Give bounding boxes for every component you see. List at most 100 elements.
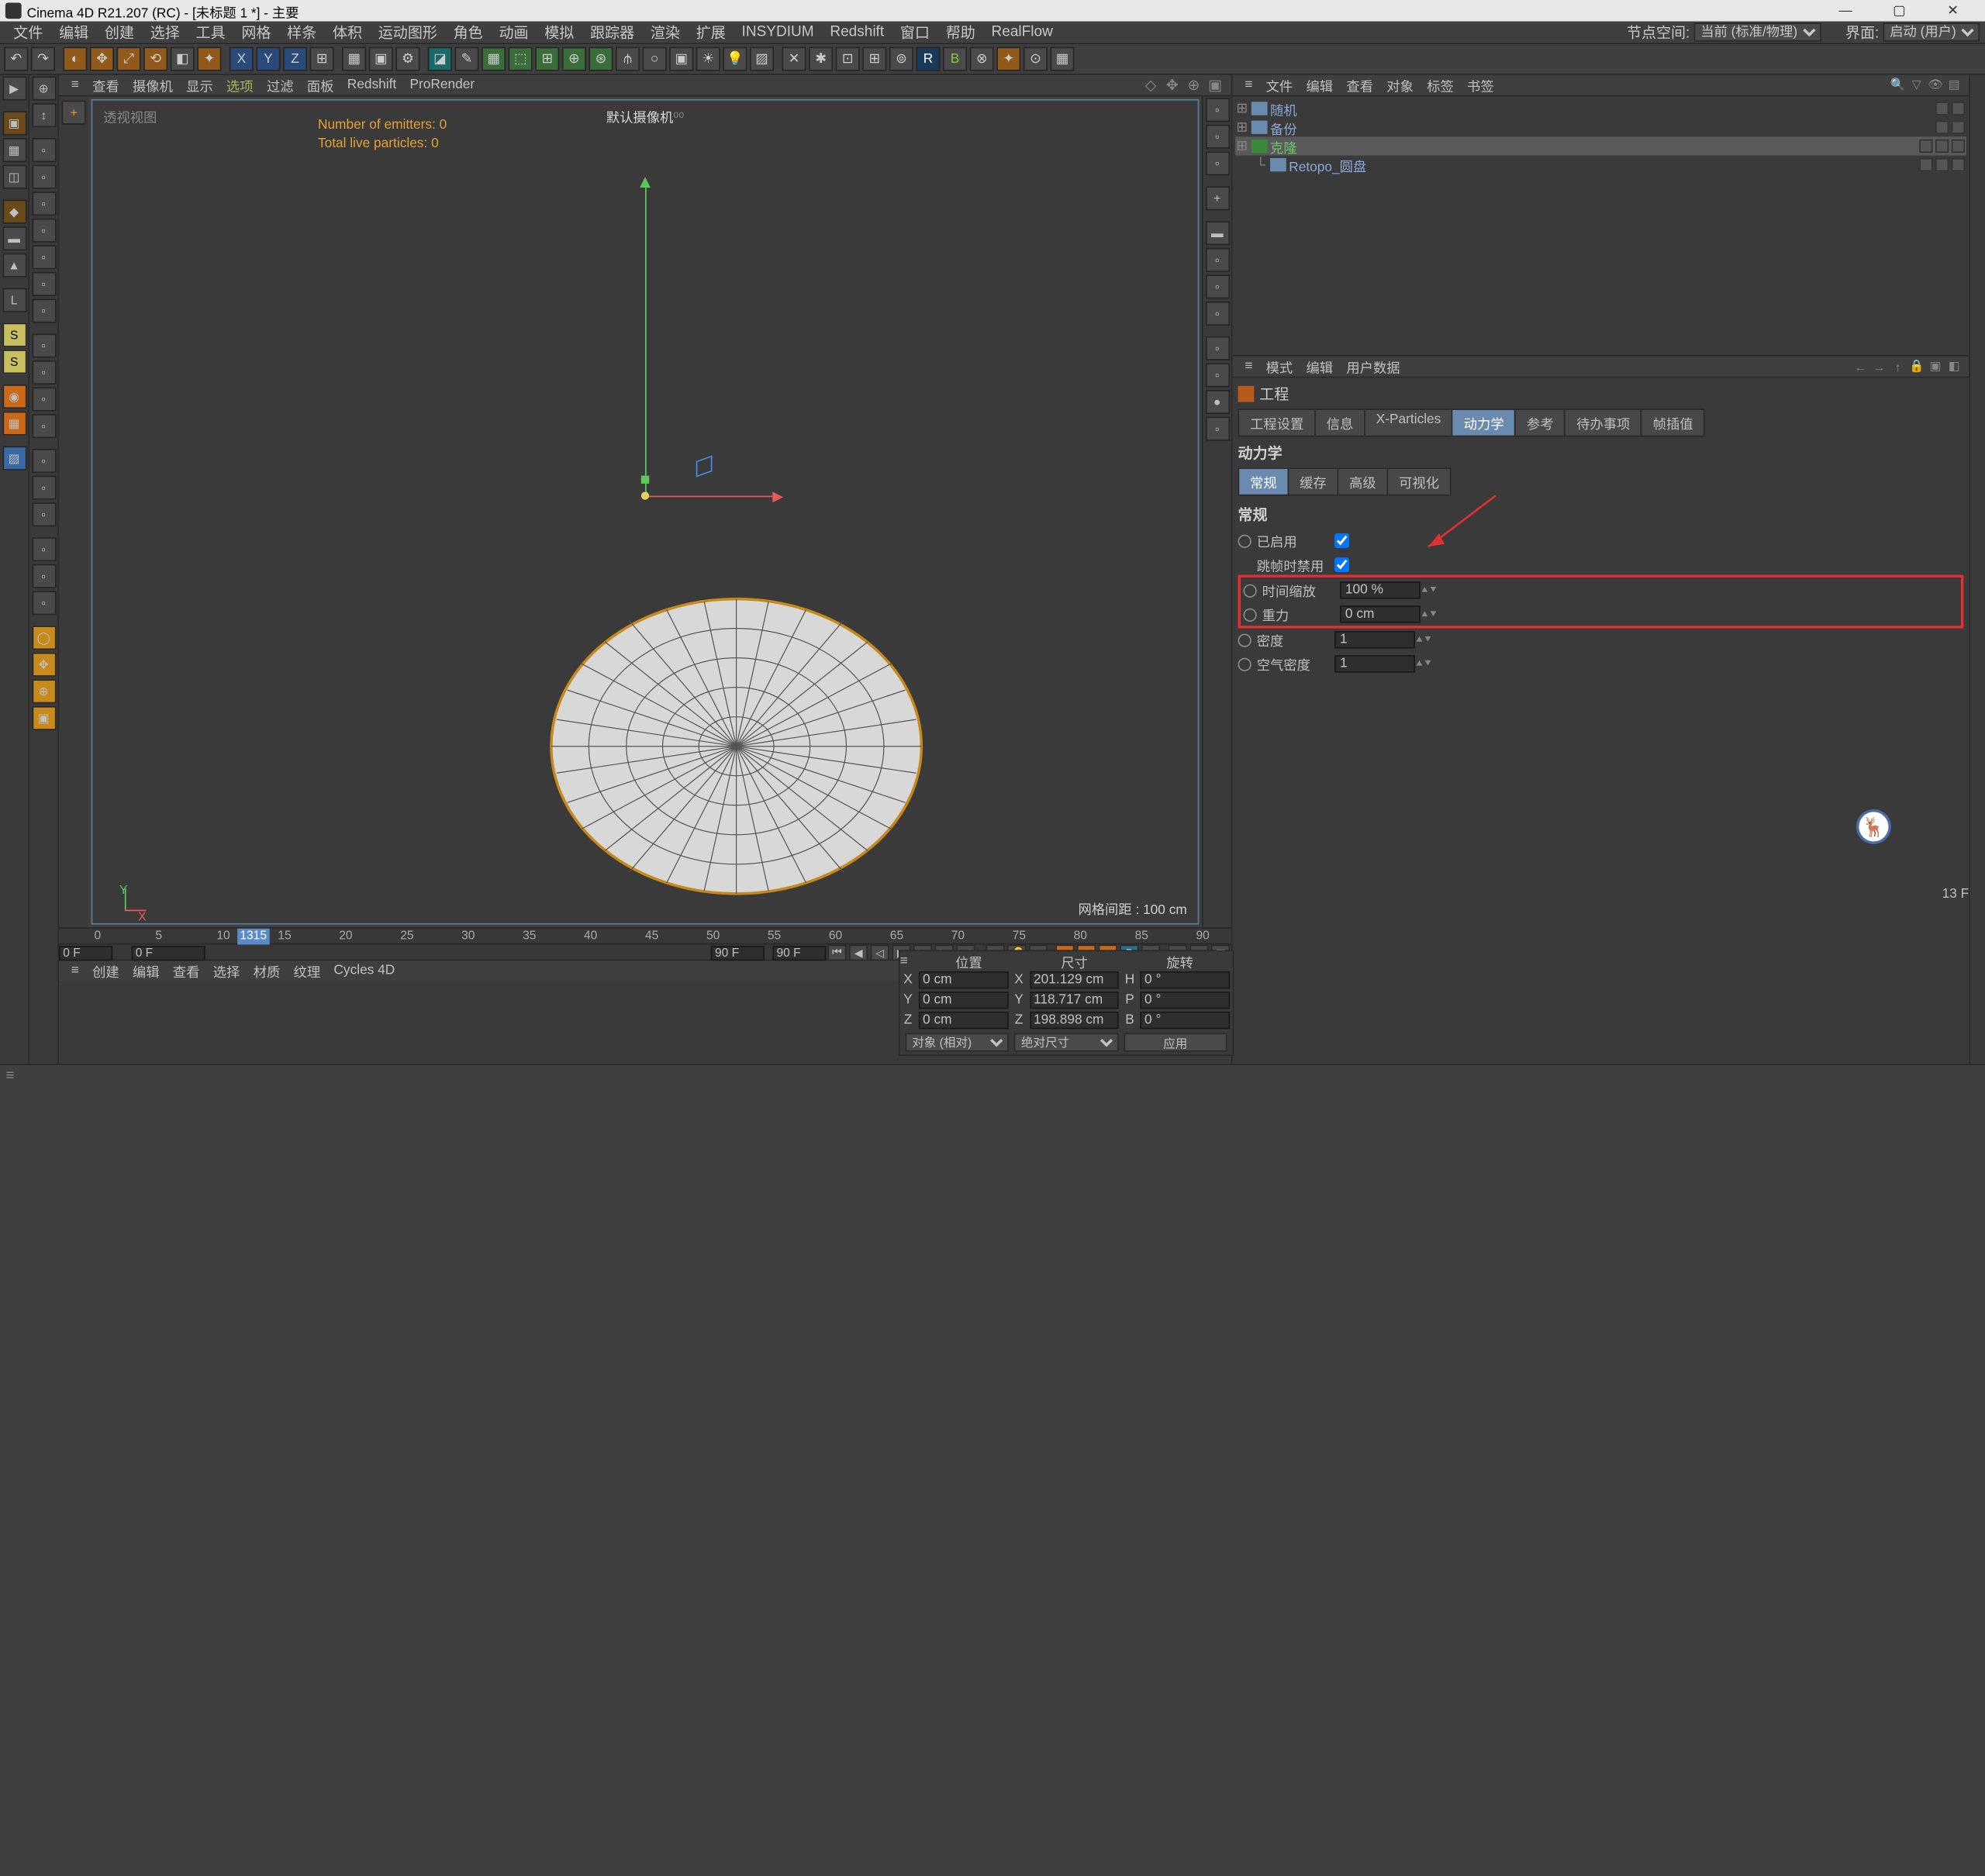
fields-button[interactable]: ⊛ bbox=[589, 47, 613, 71]
menu-样条[interactable]: 样条 bbox=[279, 22, 325, 43]
attr-tag-icon[interactable]: ◧ bbox=[1946, 358, 1963, 374]
botstrip-创建[interactable]: 创建 bbox=[85, 960, 126, 981]
vprp2[interactable]: ▫ bbox=[1205, 125, 1229, 149]
vpstrip-面板[interactable]: 面板 bbox=[300, 75, 340, 95]
tool4[interactable]: ▫ bbox=[32, 165, 56, 189]
menu-工具[interactable]: 工具 bbox=[188, 22, 233, 43]
vprp5[interactable]: ▬ bbox=[1205, 221, 1229, 245]
密度-field[interactable]: 1 bbox=[1334, 631, 1415, 648]
vprp6[interactable]: ▫ bbox=[1205, 248, 1229, 272]
coord-size-select[interactable]: 绝对尺寸 bbox=[1014, 1033, 1118, 1052]
tool2[interactable]: ↕ bbox=[32, 103, 56, 127]
objmgr-grip[interactable]: ≡ bbox=[1238, 78, 1259, 92]
viewport-perspective[interactable]: 透视视图 Number of emitters: 0 Total live pa… bbox=[91, 99, 1200, 925]
menu-运动图形[interactable]: 运动图形 bbox=[370, 22, 445, 43]
coord-Y-pos[interactable]: 0 cm bbox=[919, 991, 1008, 1009]
spline-pen-button[interactable]: ✎ bbox=[454, 47, 478, 71]
move-button[interactable]: ✥ bbox=[90, 47, 114, 71]
vprp9[interactable]: ▫ bbox=[1205, 336, 1229, 360]
subtab-常规[interactable]: 常规 bbox=[1238, 467, 1289, 495]
objmgr-menu-对象[interactable]: 对象 bbox=[1380, 75, 1421, 95]
point-mode-button[interactable]: ◆ bbox=[2, 200, 26, 224]
tag3[interactable] bbox=[1952, 140, 1965, 153]
menu-文件[interactable]: 文件 bbox=[5, 22, 51, 43]
vprp8[interactable]: ▫ bbox=[1205, 302, 1229, 326]
anim-ring-icon[interactable] bbox=[1243, 584, 1256, 597]
prev-key-button[interactable]: ◀ bbox=[849, 945, 868, 961]
tab-帧插值[interactable]: 帧插值 bbox=[1641, 409, 1705, 436]
viewport-solo-button[interactable]: ◉ bbox=[2, 385, 26, 409]
vpstrip-grip[interactable]: ≡ bbox=[64, 78, 85, 92]
botstrip-编辑[interactable]: 编辑 bbox=[126, 960, 166, 981]
poly-mode-button[interactable]: ▲ bbox=[2, 253, 26, 278]
tool9[interactable]: ▫ bbox=[32, 298, 56, 322]
rs5-button[interactable]: ⊙ bbox=[1024, 47, 1048, 71]
x-axis-button[interactable]: X bbox=[230, 47, 254, 71]
environment-button[interactable]: ○ bbox=[643, 47, 667, 71]
tool12[interactable]: ▫ bbox=[32, 388, 56, 412]
空气密度-field[interactable]: 1 bbox=[1334, 655, 1415, 672]
menu-扩展[interactable]: 扩展 bbox=[688, 22, 734, 43]
时间缩放-field[interactable]: 100 % bbox=[1340, 581, 1421, 598]
vp-orbit-icon[interactable]: ◇ bbox=[1141, 77, 1160, 93]
anim-ring-icon[interactable] bbox=[1243, 608, 1256, 621]
vprp11[interactable]: ● bbox=[1205, 390, 1229, 414]
deformer-button[interactable]: ⫛ bbox=[616, 47, 640, 71]
volume-button[interactable]: ▨ bbox=[750, 47, 774, 71]
objmgr-menu-书签[interactable]: 书签 bbox=[1460, 75, 1500, 95]
coord-X-pos[interactable]: 0 cm bbox=[919, 971, 1008, 988]
timeline-total-field[interactable] bbox=[772, 945, 826, 960]
rs6-button[interactable]: ▦ bbox=[1050, 47, 1074, 71]
close-button[interactable]: ✕ bbox=[1926, 3, 1980, 18]
model-mode-button[interactable]: ▣ bbox=[2, 111, 26, 135]
menu-创建[interactable]: 创建 bbox=[97, 22, 143, 43]
y-axis-button[interactable]: Y bbox=[256, 47, 280, 71]
rotate-button[interactable]: ⟲ bbox=[143, 47, 167, 71]
attr-lock-icon[interactable]: 🔒 bbox=[1908, 358, 1925, 374]
vpstrip-选项[interactable]: 选项 bbox=[219, 75, 260, 95]
vp-plus-button[interactable]: + bbox=[62, 101, 86, 125]
anim-ring-icon[interactable] bbox=[1238, 657, 1251, 671]
xp4-button[interactable]: ⊞ bbox=[862, 47, 886, 71]
timeline-current-field[interactable] bbox=[132, 945, 205, 960]
attr-new-icon[interactable]: ▣ bbox=[1928, 358, 1944, 374]
undo-button[interactable]: ↶ bbox=[4, 47, 28, 71]
menu-渲染[interactable]: 渲染 bbox=[643, 22, 689, 43]
attr-menu-用户数据[interactable]: 用户数据 bbox=[1340, 357, 1407, 377]
subtab-高级[interactable]: 高级 bbox=[1338, 467, 1389, 495]
rs4-button[interactable]: ✦ bbox=[996, 47, 1020, 71]
tool8[interactable]: ▫ bbox=[32, 272, 56, 296]
menu-动画[interactable]: 动画 bbox=[491, 22, 537, 43]
tab-待办事项[interactable]: 待办事项 bbox=[1564, 409, 1642, 436]
scale-button[interactable]: ⤢ bbox=[116, 47, 140, 71]
nav-zoom[interactable]: ⊕ bbox=[32, 679, 56, 703]
light2-button[interactable]: 💡 bbox=[723, 47, 747, 71]
botstrip-选择[interactable]: 选择 bbox=[206, 960, 247, 981]
z-axis-button[interactable]: Z bbox=[283, 47, 307, 71]
tool17[interactable]: ▫ bbox=[32, 537, 56, 561]
maximize-button[interactable]: ▢ bbox=[1873, 3, 1926, 18]
coord-Z-pos[interactable]: 0 cm bbox=[919, 1012, 1008, 1029]
objmgr-menu-查看[interactable]: 查看 bbox=[1340, 75, 1380, 95]
botstrip-查看[interactable]: 查看 bbox=[166, 960, 206, 981]
subtab-可视化[interactable]: 可视化 bbox=[1387, 467, 1452, 495]
tag2[interactable] bbox=[1935, 140, 1949, 153]
vprp1[interactable]: ▫ bbox=[1205, 98, 1229, 122]
vis-tag[interactable] bbox=[1919, 158, 1932, 171]
coord-apply-button[interactable]: 应用 bbox=[1124, 1033, 1227, 1052]
attr-fwd-icon[interactable]: → bbox=[1871, 358, 1887, 374]
menu-Redshift[interactable]: Redshift bbox=[822, 24, 892, 40]
make-editable-button[interactable]: ▶ bbox=[2, 77, 26, 101]
anim-ring-icon[interactable] bbox=[1238, 633, 1251, 647]
vis-tag[interactable] bbox=[1919, 140, 1932, 153]
extrude-button[interactable]: ⬚ bbox=[509, 47, 533, 71]
objmgr-menu-编辑[interactable]: 编辑 bbox=[1300, 75, 1340, 95]
cloner-button[interactable]: ⊞ bbox=[535, 47, 559, 71]
locked-tool-button[interactable]: ✦ bbox=[197, 47, 221, 71]
tool13[interactable]: ▫ bbox=[32, 414, 56, 438]
workplane-button[interactable]: ◫ bbox=[2, 165, 26, 189]
tool18[interactable]: ▫ bbox=[32, 564, 56, 588]
axis-button[interactable]: L bbox=[2, 288, 26, 312]
subdivision-button[interactable]: ▦ bbox=[482, 47, 506, 71]
objmgr-search-icon[interactable]: 🔍 bbox=[1890, 77, 1906, 93]
